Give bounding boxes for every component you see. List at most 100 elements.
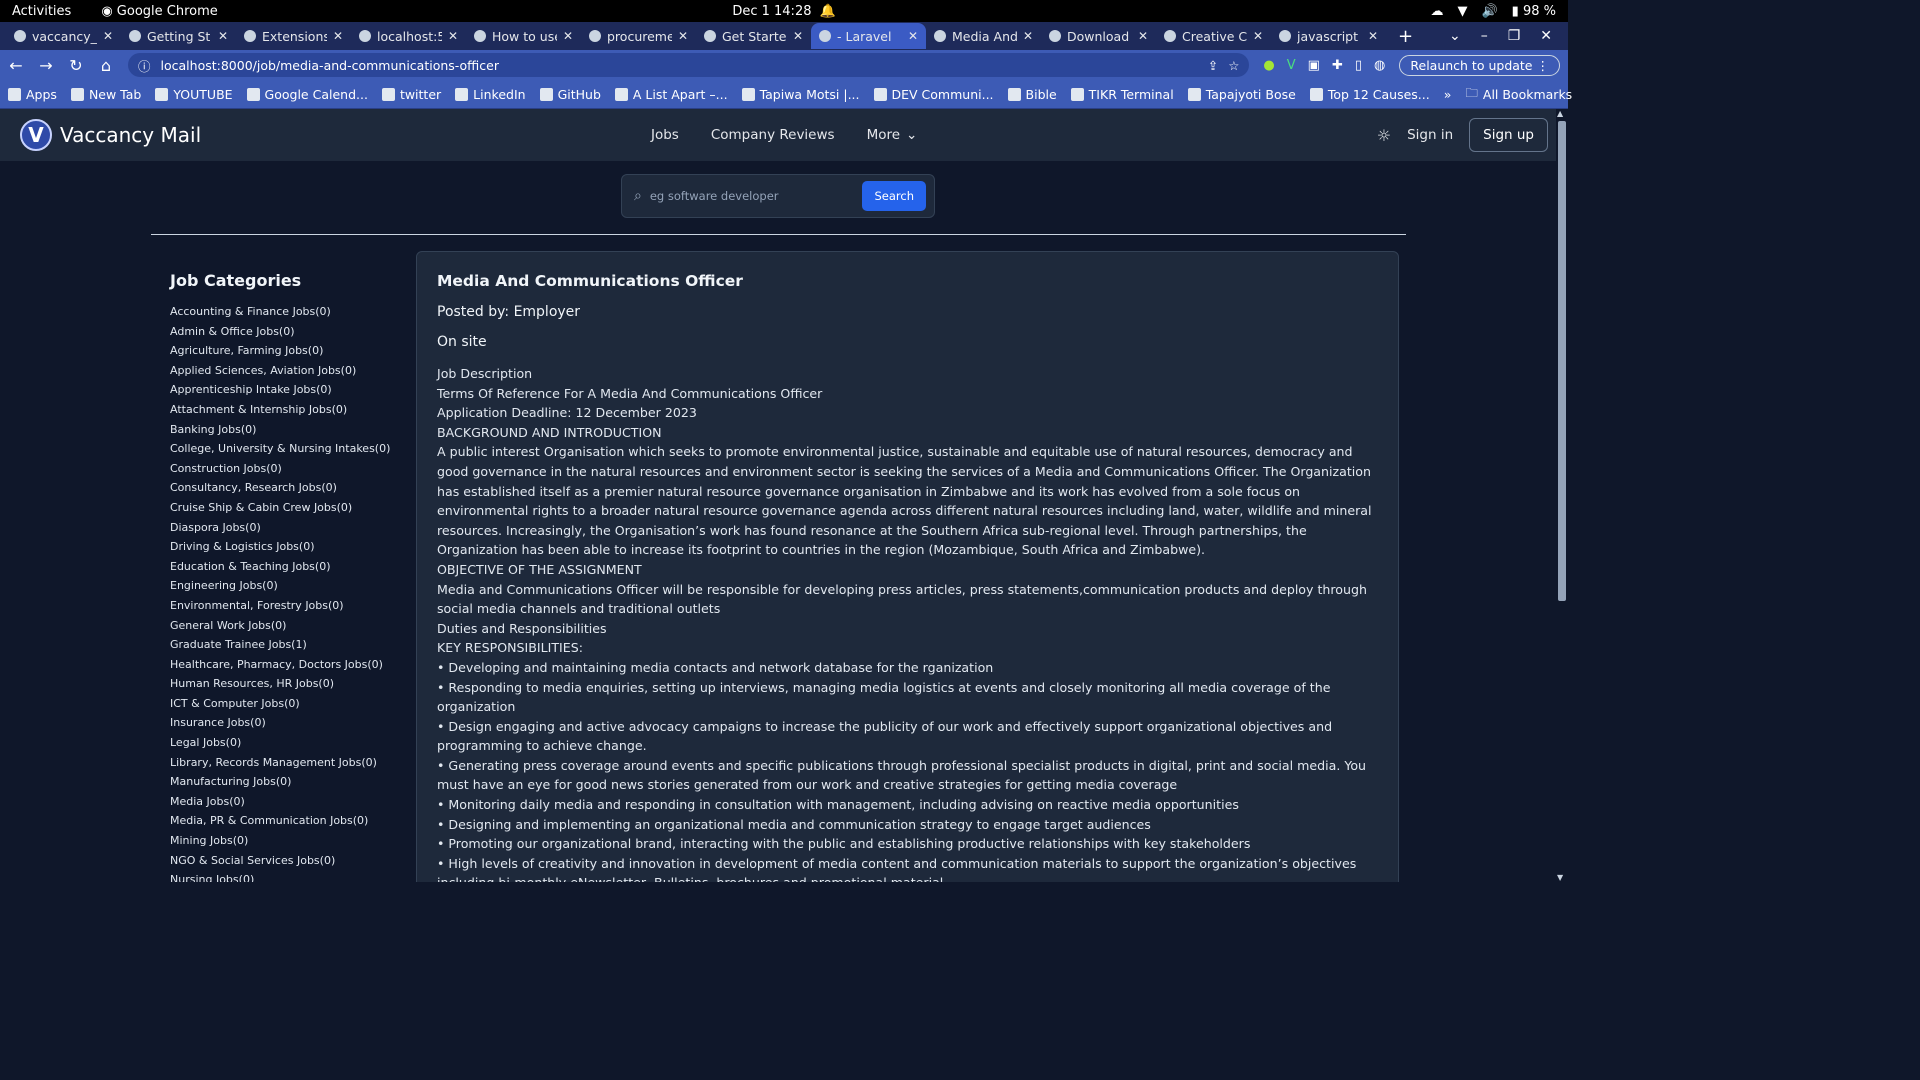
category-link[interactable]: Mining Jobs(0) <box>170 831 400 851</box>
home-icon[interactable]: ⌂ <box>98 56 114 75</box>
tab[interactable]: procureme ✕ <box>581 23 696 49</box>
active-app[interactable]: ◉ Google Chrome <box>101 4 217 19</box>
activities-button[interactable]: Activities <box>12 4 71 19</box>
relaunch-button[interactable]: Relaunch to update ⋮ <box>1399 54 1560 76</box>
category-link[interactable]: Library, Records Management Jobs(0) <box>170 753 400 773</box>
extension-icon-1[interactable]: ● <box>1263 58 1274 73</box>
bookmark-item[interactable]: LinkedIn <box>455 87 526 102</box>
bookmark-item[interactable]: Google Calend... <box>246 87 368 102</box>
tab[interactable]: Extensions ✕ <box>236 23 351 49</box>
category-link[interactable]: Environmental, Forestry Jobs(0) <box>170 596 400 616</box>
new-tab-button[interactable]: + <box>1386 26 1425 47</box>
back-icon[interactable]: ← <box>8 56 24 75</box>
category-link[interactable]: Education & Teaching Jobs(0) <box>170 557 400 577</box>
bookmark-item[interactable]: Tapiwa Motsi |... <box>741 87 860 102</box>
bookmark-item[interactable]: TIKR Terminal <box>1070 87 1174 102</box>
omnibox[interactable]: ⓘ localhost:8000/job/media-and-communica… <box>128 53 1250 77</box>
theme-toggle-icon[interactable]: ☼ <box>1377 126 1391 145</box>
category-link[interactable]: College, University & Nursing Intakes(0) <box>170 439 400 459</box>
close-tab-icon[interactable]: ✕ <box>1368 29 1378 43</box>
close-tab-icon[interactable]: ✕ <box>333 29 343 43</box>
site-logo[interactable]: V Vaccancy Mail <box>20 119 201 151</box>
close-tab-icon[interactable]: ✕ <box>908 29 918 43</box>
close-tab-icon[interactable]: ✕ <box>563 29 573 43</box>
signup-button[interactable]: Sign up <box>1469 118 1548 152</box>
sidepanel-icon[interactable]: ▯ <box>1355 58 1362 73</box>
bookmark-item[interactable]: A List Apart –... <box>614 87 728 102</box>
category-link[interactable]: Healthcare, Pharmacy, Doctors Jobs(0) <box>170 655 400 675</box>
bookmark-item[interactable]: Apps <box>8 87 57 102</box>
tab[interactable]: vaccancy_m ✕ <box>6 23 121 49</box>
scroll-up-icon[interactable]: ▲ <box>1557 109 1563 118</box>
category-link[interactable]: ICT & Computer Jobs(0) <box>170 694 400 714</box>
nav-more[interactable]: More ⌄ <box>867 127 918 143</box>
category-link[interactable]: General Work Jobs(0) <box>170 616 400 636</box>
nav-company-reviews[interactable]: Company Reviews <box>711 127 835 143</box>
signin-link[interactable]: Sign in <box>1407 127 1453 143</box>
category-link[interactable]: Media, PR & Communication Jobs(0) <box>170 811 400 831</box>
close-tab-icon[interactable]: ✕ <box>793 29 803 43</box>
bookmark-item[interactable]: twitter <box>381 87 441 102</box>
category-link[interactable]: Apprenticeship Intake Jobs(0) <box>170 380 400 400</box>
close-tab-icon[interactable]: ✕ <box>1138 29 1148 43</box>
scroll-thumb[interactable] <box>1558 121 1566 601</box>
close-tab-icon[interactable]: ✕ <box>1023 29 1033 43</box>
tab[interactable]: Get Started ✕ <box>696 23 811 49</box>
category-link[interactable]: Legal Jobs(0) <box>170 733 400 753</box>
cloud-icon[interactable]: ☁ <box>1430 4 1443 19</box>
category-link[interactable]: Human Resources, HR Jobs(0) <box>170 674 400 694</box>
bookmark-item[interactable]: YOUTUBE <box>155 87 233 102</box>
clock[interactable]: Dec 1 14:28 🔔 <box>732 4 835 19</box>
category-link[interactable]: Driving & Logistics Jobs(0) <box>170 537 400 557</box>
category-link[interactable]: Agriculture, Farming Jobs(0) <box>170 341 400 361</box>
wifi-icon[interactable]: ▼ <box>1457 4 1467 19</box>
bookmark-item[interactable]: DEV Communi... <box>873 87 994 102</box>
tab[interactable]: Download ✕ <box>1041 23 1156 49</box>
close-tab-icon[interactable]: ✕ <box>448 29 458 43</box>
puzzle-icon[interactable]: ✚ <box>1332 58 1343 73</box>
info-icon[interactable]: ⓘ <box>138 56 151 75</box>
tab[interactable]: Getting St ✕ <box>121 23 236 49</box>
bookmark-item[interactable]: GitHub <box>539 87 601 102</box>
star-icon[interactable]: ☆ <box>1228 58 1239 73</box>
reload-icon[interactable]: ↻ <box>68 56 84 75</box>
extension-icon-2[interactable]: V <box>1287 58 1296 73</box>
category-link[interactable]: Construction Jobs(0) <box>170 459 400 479</box>
extension-icon-3[interactable]: ▣ <box>1308 58 1320 73</box>
bookmark-item[interactable]: Top 12 Causes... <box>1309 87 1430 102</box>
nav-jobs[interactable]: Jobs <box>651 127 679 143</box>
tab[interactable]: How to use ✕ <box>466 23 581 49</box>
search-button[interactable]: Search <box>862 181 926 211</box>
bookmark-item[interactable]: Tapajyoti Bose <box>1187 87 1296 102</box>
category-link[interactable]: Cruise Ship & Cabin Crew Jobs(0) <box>170 498 400 518</box>
category-link[interactable]: Attachment & Internship Jobs(0) <box>170 400 400 420</box>
category-link[interactable]: Admin & Office Jobs(0) <box>170 322 400 342</box>
category-link[interactable]: NGO & Social Services Jobs(0) <box>170 851 400 871</box>
close-tab-icon[interactable]: ✕ <box>218 29 228 43</box>
tab[interactable]: javascript ✕ <box>1271 23 1386 49</box>
category-link[interactable]: Nursing Jobs(0) <box>170 870 400 882</box>
bookmark-item[interactable]: Bible <box>1007 87 1057 102</box>
tab[interactable]: Creative C ✕ <box>1156 23 1271 49</box>
close-tab-icon[interactable]: ✕ <box>678 29 688 43</box>
battery-indicator[interactable]: ▮ 98 % <box>1512 4 1556 19</box>
restore-icon[interactable]: ❐ <box>1508 28 1521 44</box>
category-link[interactable]: Diaspora Jobs(0) <box>170 518 400 538</box>
bookmarks-overflow-button[interactable]: » <box>1444 87 1452 102</box>
forward-icon[interactable]: → <box>38 56 54 75</box>
scroll-down-icon[interactable]: ▼ <box>1557 873 1563 882</box>
tab[interactable]: Media And ✕ <box>926 23 1041 49</box>
category-link[interactable]: Manufacturing Jobs(0) <box>170 772 400 792</box>
category-link[interactable]: Consultancy, Research Jobs(0) <box>170 478 400 498</box>
minimize-icon[interactable]: – <box>1481 28 1488 44</box>
close-tab-icon[interactable]: ✕ <box>1253 29 1263 43</box>
category-link[interactable]: Insurance Jobs(0) <box>170 713 400 733</box>
search-input[interactable] <box>649 189 855 203</box>
tab-search-icon[interactable]: ⌄ <box>1449 28 1461 44</box>
category-link[interactable]: Media Jobs(0) <box>170 792 400 812</box>
all-bookmarks-button[interactable]: 🗀 All Bookmarks <box>1465 84 1572 105</box>
category-link[interactable]: Engineering Jobs(0) <box>170 576 400 596</box>
tab[interactable]: - Laravel ✕ <box>811 23 926 49</box>
profile-icon[interactable]: ◍ <box>1374 58 1385 73</box>
category-link[interactable]: Accounting & Finance Jobs(0) <box>170 302 400 322</box>
